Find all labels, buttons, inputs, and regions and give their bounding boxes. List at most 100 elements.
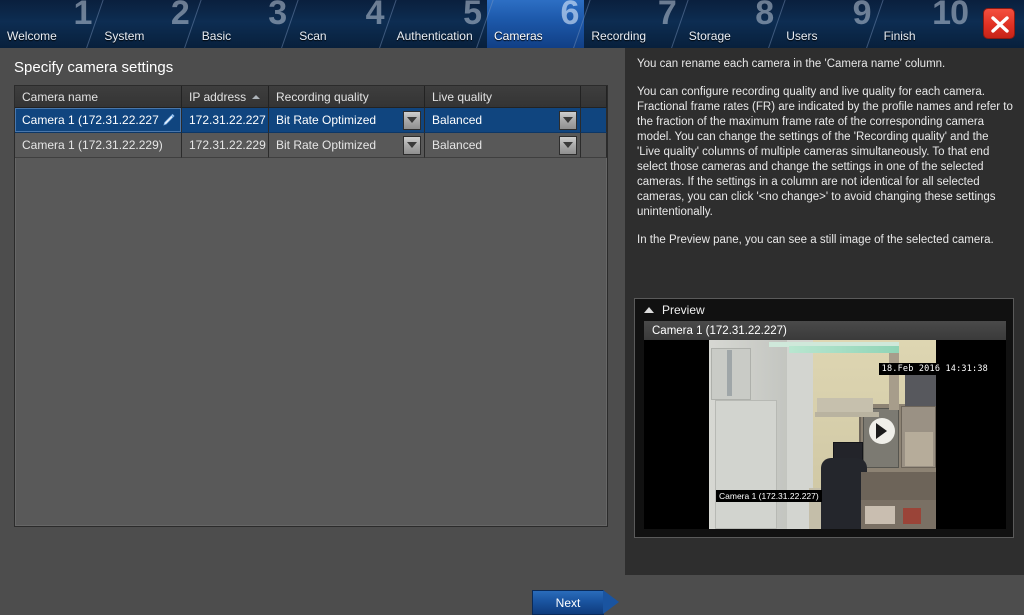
wizard-step-number: 6 <box>560 0 579 32</box>
video-camera-name-overlay: Camera 1 (172.31.22.227) <box>716 490 822 502</box>
recording-quality-dropdown-button[interactable] <box>403 135 421 155</box>
chevron-down-icon <box>407 142 417 148</box>
sort-ascending-icon <box>252 95 260 99</box>
help-pane: You can rename each camera in the 'Camer… <box>625 48 1024 575</box>
cell-ip-address: 172.31.22.227 <box>182 108 269 133</box>
scene-boxes <box>905 432 933 466</box>
cell-recording-quality[interactable]: Bit Rate Optimized <box>269 133 425 158</box>
table-row[interactable]: Camera 1 (172.31.22.229) 172.31.22.229 Bit… <box>15 133 607 158</box>
column-header-label: Recording quality <box>276 89 369 104</box>
column-header-spacer[interactable] <box>581 86 607 107</box>
table-body: Camera 1 (172.31.22.227 172.31.22.227 Bit … <box>15 108 607 158</box>
column-header-live-quality[interactable]: Live quality <box>425 86 581 107</box>
scene-red-object <box>903 508 921 524</box>
recording-quality-value: Bit Rate Optimized <box>276 138 377 152</box>
wizard-step-number: 5 <box>463 0 482 32</box>
preview-body: Camera 1 (172.31.22.227) 18.Feb 2016 14:… <box>644 321 1006 529</box>
wizard-step-number: 2 <box>170 0 190 32</box>
cell-live-quality[interactable]: Balanced <box>425 133 581 158</box>
chevron-down-icon <box>407 117 417 123</box>
wizard-step-users[interactable]: 9 Users <box>779 0 876 48</box>
help-paragraph-1: You can rename each camera in the 'Camer… <box>637 58 946 70</box>
cell-spacer <box>581 133 607 158</box>
camera-name-text: Camera 1 (172.31.22.229) <box>22 138 163 152</box>
column-header-ip-address[interactable]: IP address <box>182 86 269 107</box>
help-paragraph-3: In the Preview pane, you can see a still… <box>637 234 994 246</box>
cell-camera-name[interactable]: Camera 1 (172.31.22.229) <box>15 133 182 158</box>
preview-camera-title: Camera 1 (172.31.22.227) <box>644 321 1006 340</box>
wizard-step-number: 7 <box>657 0 677 32</box>
live-quality-value: Balanced <box>432 113 483 127</box>
recording-quality-dropdown-button[interactable] <box>403 110 421 130</box>
cell-camera-name[interactable]: Camera 1 (172.31.22.227 <box>15 108 182 133</box>
scene-tube <box>727 350 732 396</box>
wizard-step-number: 10 <box>932 0 969 32</box>
column-header-label: Live quality <box>432 89 493 104</box>
column-header-recording-quality[interactable]: Recording quality <box>269 86 425 107</box>
chevron-up-icon[interactable] <box>644 307 654 313</box>
wizard-step-label: Recording <box>591 29 647 43</box>
wizard-step-label: Cameras <box>494 29 543 43</box>
wizard-step-label: Authentication <box>396 29 473 43</box>
column-header-camera-name[interactable]: Camera name <box>15 86 182 107</box>
wizard-step-label: Finish <box>883 29 916 43</box>
wizard-step-cameras[interactable]: 6 Cameras <box>487 0 585 48</box>
table-row[interactable]: Camera 1 (172.31.22.227 172.31.22.227 Bit … <box>15 108 607 133</box>
scene-shelf <box>815 412 879 417</box>
wizard-step-finish[interactable]: 10 Finish <box>877 0 974 48</box>
column-header-label: Camera name <box>22 89 99 104</box>
preview-title: Preview <box>662 303 705 317</box>
cell-recording-quality[interactable]: Bit Rate Optimized <box>269 108 425 133</box>
close-button[interactable] <box>983 8 1015 39</box>
next-arrow-icon <box>603 590 619 614</box>
page-title: Specify camera settings <box>14 59 174 76</box>
wizard-step-system[interactable]: 2 System <box>97 0 194 48</box>
help-paragraph-2: You can configure recording quality and … <box>637 86 1013 218</box>
cell-ip-address: 172.31.22.229 <box>182 133 269 158</box>
wizard-step-scan[interactable]: 4 Scan <box>292 0 389 48</box>
live-quality-dropdown-button[interactable] <box>559 135 577 155</box>
live-quality-value: Balanced <box>432 138 483 152</box>
wizard-step-number: 1 <box>73 0 92 32</box>
wizard-step-number: 3 <box>268 0 287 32</box>
wizard-step-authentication[interactable]: 5 Authentication <box>390 0 487 48</box>
wizard-step-number: 4 <box>365 0 385 32</box>
preview-panel: Preview Camera 1 (172.31.22.227) 18.Feb … <box>634 298 1014 538</box>
wizard-step-label: Storage <box>688 29 731 43</box>
wizard-step-basic[interactable]: 3 Basic <box>195 0 292 48</box>
scene-logo <box>869 418 895 444</box>
cell-live-quality[interactable]: Balanced <box>425 108 581 133</box>
chevron-down-icon <box>563 117 573 123</box>
wizard-step-welcome[interactable]: 1 Welcome <box>0 0 97 48</box>
wizard-step-label: Basic <box>201 29 232 43</box>
scene-papers <box>865 506 895 524</box>
ip-address-text: 172.31.22.227 <box>189 113 266 127</box>
scene-door <box>715 400 777 529</box>
live-quality-dropdown-button[interactable] <box>559 110 577 130</box>
main-content-pane: Specify camera settings Camera name IP ad… <box>0 48 625 615</box>
pencil-icon[interactable] <box>162 113 175 130</box>
next-button-label: Next <box>555 595 581 610</box>
chevron-down-icon <box>563 142 573 148</box>
cell-spacer <box>581 108 607 133</box>
scene-shelf-box <box>817 398 873 412</box>
table-header-row: Camera name IP address Recording quality Li… <box>15 86 607 108</box>
wizard-step-label: Welcome <box>7 29 57 43</box>
wizard-step-label: Users <box>786 29 818 43</box>
camera-name-text: Camera 1 (172.31.22.227 <box>22 113 159 127</box>
ip-address-text: 172.31.22.229 <box>189 138 266 152</box>
scene-bin-upper <box>861 472 936 500</box>
wizard-step-storage[interactable]: 8 Storage <box>682 0 779 48</box>
wizard-step-number: 9 <box>852 0 872 32</box>
column-header-label: IP address <box>189 89 247 104</box>
scene-wall-object <box>889 350 899 410</box>
help-text: You can rename each camera in the 'Camer… <box>637 57 1015 261</box>
wizard-step-number: 8 <box>755 0 774 32</box>
wizard-step-label: System <box>104 29 145 43</box>
wizard-step-header: 1 Welcome 2 System 3 Basic 4 Scan 5 Authenticatio… <box>0 0 1024 48</box>
recording-quality-value: Bit Rate Optimized <box>276 113 377 127</box>
next-button[interactable]: Next <box>532 590 604 615</box>
wizard-step-recording[interactable]: 7 Recording <box>584 0 681 48</box>
video-preview-area[interactable]: 18.Feb 2016 14:31:38 Camera 1 (172.31.22… <box>644 340 1006 529</box>
preview-header[interactable]: Preview <box>635 299 1013 321</box>
